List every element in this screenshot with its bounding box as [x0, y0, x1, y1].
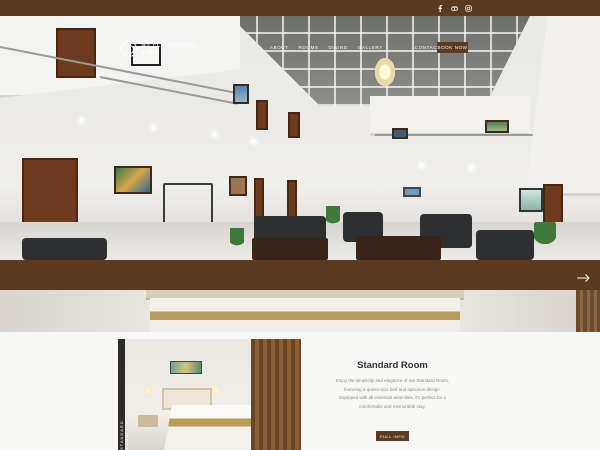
hotel-logo[interactable]: WE ELANIS HOTEL 維 楽 酒 店 [121, 41, 199, 57]
main-nav: ABOUT ROOMS DINING GALLERY CONTACT [270, 45, 440, 50]
upper-door [256, 100, 268, 130]
coffee-table [356, 236, 441, 260]
page: WE ELANIS HOTEL 維 楽 酒 店 ABOUT ROOMS DINI… [0, 0, 600, 450]
room-description: Enjoy the simplicity and elegance of our… [325, 377, 460, 411]
wall-painting [114, 166, 152, 194]
wall-picture [233, 84, 249, 104]
ceiling-light [80, 119, 83, 122]
ceiling-light [470, 166, 473, 169]
room-description-line: Equipped with all essential amenities, i… [339, 395, 446, 401]
logo-icon [121, 41, 137, 57]
book-now-button[interactable]: BOOK NOW [437, 42, 468, 53]
standard-room-image[interactable]: STANDARD ROOM [118, 339, 301, 450]
ceiling-light [152, 126, 155, 129]
nav-about[interactable]: ABOUT [270, 45, 289, 50]
nav-gallery[interactable]: GALLERY [358, 45, 383, 50]
armchair [476, 230, 534, 260]
wall-screen [392, 128, 408, 139]
coffee-table [252, 238, 328, 260]
logo-name: WE ELANIS HOTEL [141, 42, 199, 49]
wall-painting [229, 176, 247, 196]
nav-dining[interactable]: DINING [329, 45, 348, 50]
room-side-label: STANDARD ROOM [119, 420, 129, 450]
logo-wordmark: WE ELANIS HOTEL 維 楽 酒 店 [141, 43, 199, 56]
upper-door-left [56, 28, 96, 78]
upper-door [288, 112, 300, 138]
tv-screen [403, 187, 421, 197]
lobby-door [543, 184, 563, 224]
wall-lamp [146, 387, 151, 394]
logo-sub-name: 維 楽 酒 店 [141, 49, 168, 55]
room-banner-image [0, 290, 600, 332]
facebook-icon[interactable] [437, 4, 444, 12]
right-wall [525, 16, 600, 196]
potted-plant [326, 206, 340, 230]
curtain [576, 290, 600, 332]
room-section: STANDARD ROOM Standard Room Enjoy the si… [0, 332, 600, 450]
lobby-door [287, 180, 297, 218]
nightstand [138, 415, 158, 427]
ceiling-light [420, 164, 423, 167]
potted-plant [230, 228, 244, 252]
tripadvisor-icon[interactable] [451, 5, 458, 12]
armchair [22, 238, 107, 260]
top-bar [0, 0, 600, 16]
slider-band [0, 260, 600, 290]
ceiling-light [213, 133, 216, 136]
info-board [519, 188, 543, 212]
hero-image: WE ELANIS HOTEL 維 楽 酒 店 ABOUT ROOMS DINI… [0, 16, 600, 260]
full-info-button[interactable]: FULL INFO [376, 431, 409, 441]
room-bed [164, 405, 262, 450]
room-title: Standard Room [357, 360, 428, 371]
nav-rooms[interactable]: ROOMS [299, 45, 319, 50]
room-description-line: comfortable and memorable stay. [359, 403, 426, 409]
room-description-line: Enjoy the simplicity and elegance of our… [335, 378, 450, 383]
chandelier [372, 54, 398, 90]
potted-plant [534, 222, 556, 252]
room-curtains [251, 339, 301, 450]
room-wall-art [170, 361, 202, 374]
wall-picture [485, 120, 509, 133]
wall-lamp [213, 387, 218, 394]
arrow-right-icon[interactable] [577, 270, 591, 282]
bed [150, 298, 460, 332]
instagram-icon[interactable] [465, 4, 472, 12]
room-description-line: featuring a queen-size bed and spacious … [344, 386, 441, 392]
ceiling-light [252, 140, 255, 143]
